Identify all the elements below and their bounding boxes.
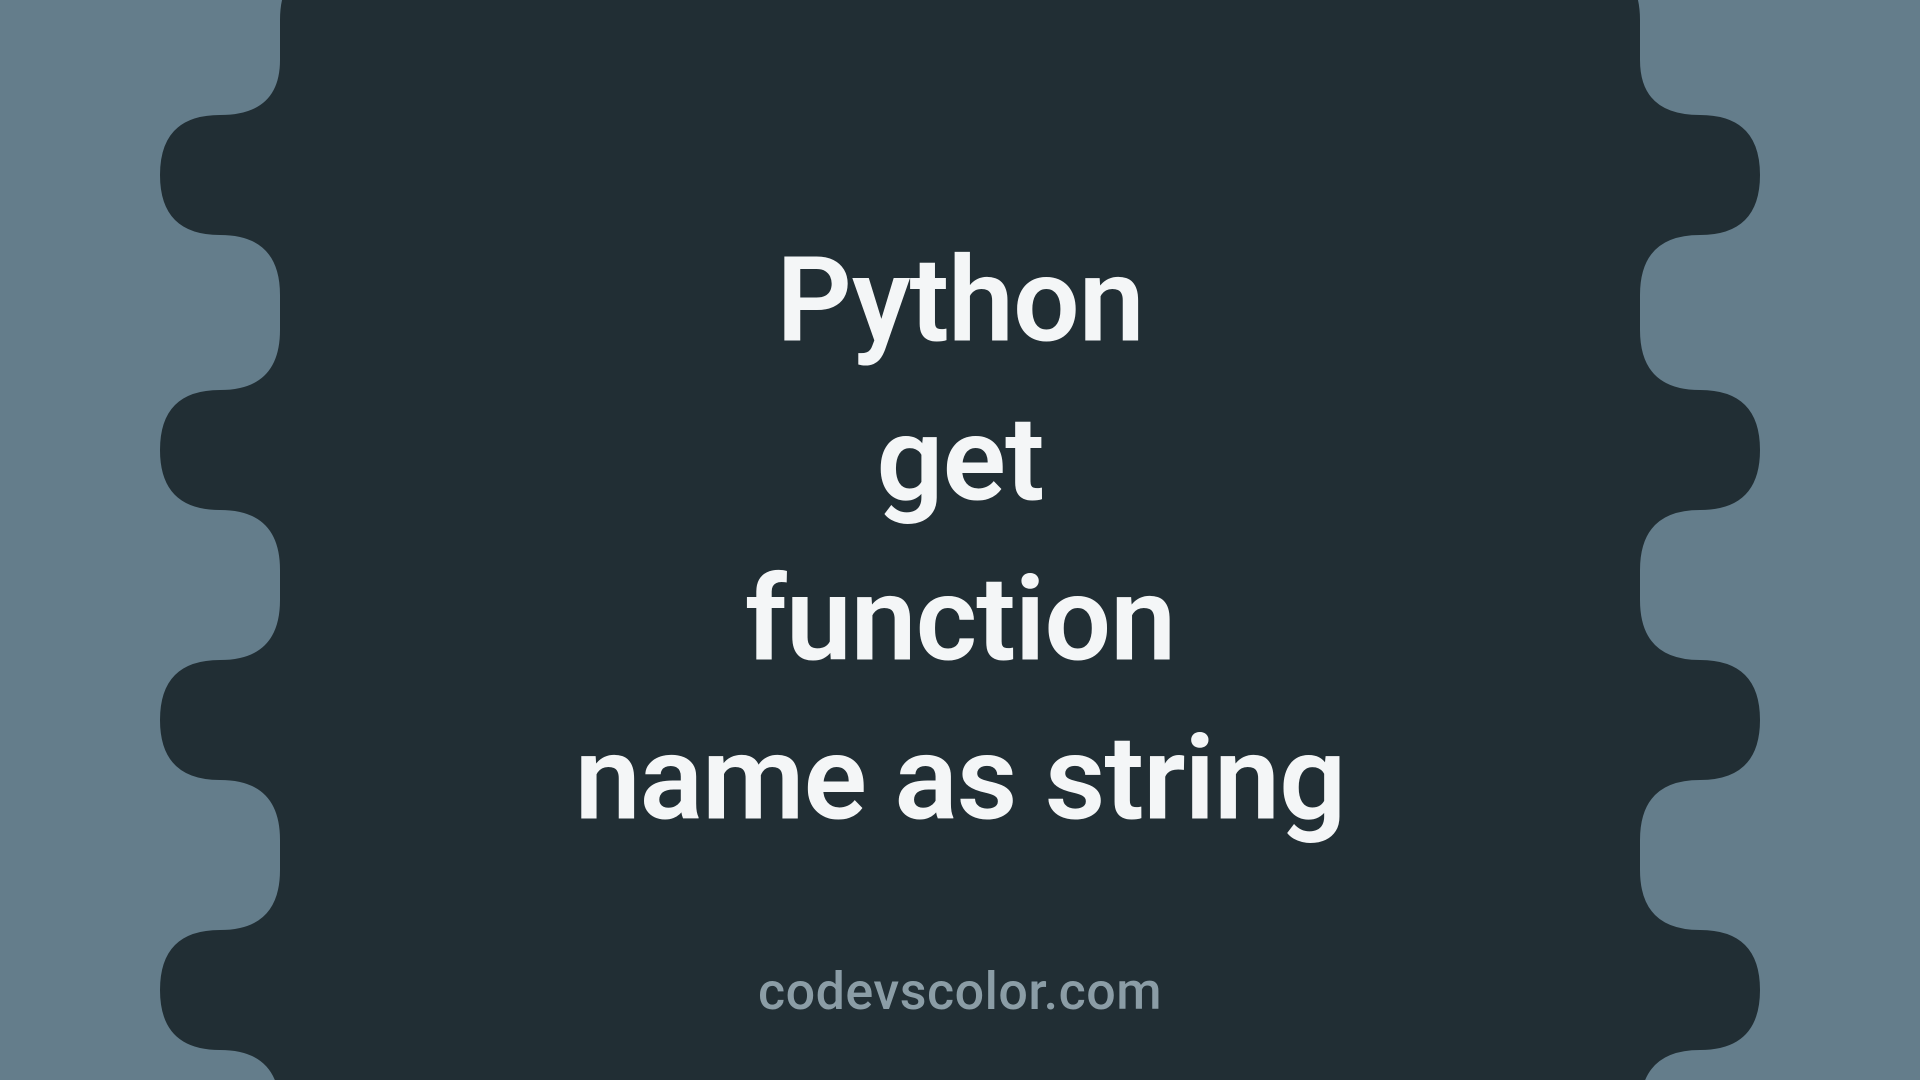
title-line-2: get	[0, 381, 1920, 540]
site-caption: codevscolor.com	[758, 961, 1162, 1022]
title-line-1: Python	[0, 221, 1920, 380]
title-line-3: function	[0, 540, 1920, 699]
title-block: Python get function name as string	[0, 221, 1920, 858]
title-line-4: name as string	[0, 699, 1920, 858]
